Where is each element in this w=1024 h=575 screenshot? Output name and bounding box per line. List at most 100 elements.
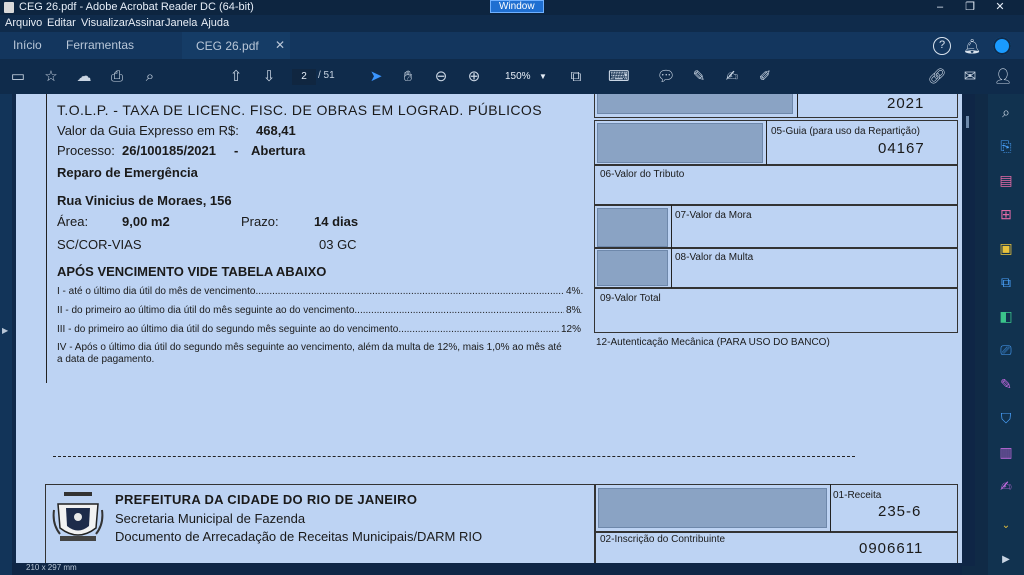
print-icon[interactable]: ⎙ <box>107 67 127 87</box>
menu-ajuda[interactable]: Ajuda <box>201 17 229 29</box>
penalty-row-2: II - do primeiro ao último dia útil do m… <box>57 305 583 316</box>
process-number: 26/100185/2021 <box>122 143 216 158</box>
city-hall-name: PREFEITURA DA CIDADE DO RIO DE JANEIRO <box>115 492 418 507</box>
link-icon[interactable]: 🔗︎ <box>927 67 947 87</box>
hand-icon[interactable]: ✋︎ <box>398 67 418 87</box>
edit-pdf-icon[interactable]: ⎚ <box>996 340 1016 360</box>
tab-close-button[interactable]: ✕ <box>275 38 285 52</box>
save-icon[interactable]: ▭ <box>8 67 28 87</box>
page-number-input[interactable]: 2 <box>292 69 316 85</box>
expand-arrow-icon: ▶ <box>2 326 9 335</box>
acrobat-app-icon <box>4 2 14 13</box>
create-pdf-icon[interactable]: ⊞ <box>996 204 1016 224</box>
zoom-in-icon[interactable]: ⊕ <box>464 67 484 87</box>
close-window-button[interactable]: ✕ <box>986 0 1014 15</box>
restore-button[interactable]: ❐ <box>956 0 984 15</box>
zoom-value: 150% <box>505 71 531 82</box>
repair-type: Reparo de Emergência <box>57 165 198 180</box>
tax-line: T.O.L.P. - TAXA DE LICENC. FISC. DE OBRA… <box>57 102 542 118</box>
upload-icon[interactable]: ☁ <box>74 67 94 87</box>
guide-box-divider <box>766 120 767 165</box>
redacted-field <box>598 488 827 528</box>
search-zoom-icon[interactable]: ⌕ <box>140 67 160 87</box>
revenue-divider <box>830 484 831 532</box>
menu-arquivo[interactable]: Arquivo <box>5 17 42 29</box>
secretariat: Secretaria Municipal de Fazenda <box>115 511 306 526</box>
mail-icon[interactable]: ✉ <box>960 67 980 87</box>
tribute-label: 06-Valor do Tributo <box>600 169 685 180</box>
taxpayer-label: 02-Inscrição do Contribuinte <box>600 534 726 545</box>
help-icon[interactable]: ? <box>933 37 951 55</box>
keyboard-icon[interactable]: ⌨ <box>608 67 630 87</box>
year-value: 2021 <box>887 95 925 112</box>
fill-sign-icon[interactable]: ✎ <box>996 374 1016 394</box>
sign-icon[interactable]: ✍︎ <box>722 67 742 87</box>
tab-tools[interactable]: Ferramentas <box>66 38 134 52</box>
redacted-field <box>597 123 763 163</box>
notification-bell-icon[interactable]: 🔔︎ <box>963 37 981 55</box>
cut-line <box>53 456 855 457</box>
collapse-panel-icon[interactable]: ▶ <box>996 550 1016 570</box>
tab-home[interactable]: Início <box>13 38 42 52</box>
guide-value: 468,41 <box>256 123 296 138</box>
vertical-scrollbar[interactable] <box>962 94 975 566</box>
organize-pages-icon[interactable]: ▤ <box>996 170 1016 190</box>
mora-label: 07-Valor da Mora <box>675 210 752 221</box>
penalty-rate-3: 12% <box>559 324 582 335</box>
menu-assinar[interactable]: Assinar <box>128 17 165 29</box>
status-bar: 210 x 297 mm <box>12 563 962 575</box>
title-bar: CEG 26.pdf - Adobe Acrobat Reader DC (64… <box>0 0 1024 15</box>
redacted-field <box>597 250 668 286</box>
taxpayer-number: 0906611 <box>859 540 924 557</box>
menu-visualizar[interactable]: Visualizar <box>81 17 129 29</box>
guide-value-label: Valor da Guia Expresso em R$: <box>57 123 239 138</box>
prev-page-icon[interactable]: ⇧ <box>226 67 246 87</box>
star-icon[interactable]: ☆ <box>41 67 61 87</box>
scan-icon[interactable]: ▥ <box>996 442 1016 462</box>
comment-icon[interactable]: ▣ <box>996 238 1016 258</box>
penalty-text: II - do primeiro ao último dia útil do m… <box>57 305 355 316</box>
total-label: 09-Valor Total <box>600 293 661 304</box>
menu-janela[interactable]: Janela <box>165 17 197 29</box>
chevron-down-icon[interactable]: ⌄ <box>996 516 1016 536</box>
fit-page-icon[interactable]: ⧉ <box>566 67 586 87</box>
sc-cor-vias: SC/COR-VIAS <box>57 237 142 252</box>
minimize-button[interactable]: – <box>926 0 954 15</box>
term-value: 14 dias <box>314 214 359 229</box>
penalty-text: III - do primeiro ao último dia útil do … <box>57 324 399 335</box>
zoom-select[interactable]: 150% ▼ <box>496 69 551 85</box>
fill-sign-icon[interactable]: ✐ <box>755 67 775 87</box>
after-due-title: APÓS VENCIMENTO VIDE TABELA ABAIXO <box>57 264 327 279</box>
guide-number: 04167 <box>878 140 925 157</box>
redacted-field <box>597 94 793 114</box>
request-signature-icon[interactable]: ✍︎ <box>996 476 1016 496</box>
add-user-icon[interactable]: 👤︎ <box>993 67 1013 87</box>
select-arrow-icon[interactable]: ➤ <box>366 67 386 87</box>
export-pdf-icon[interactable]: ⎘ <box>996 136 1016 156</box>
menu-editar[interactable]: Editar <box>47 17 76 29</box>
page-total: / 51 <box>318 70 335 81</box>
tab-document[interactable]: CEG 26.pdf ✕ <box>182 32 290 59</box>
process-status: Abertura <box>251 143 306 158</box>
revenue-code: 235-6 <box>878 503 922 520</box>
year-box-divider <box>797 94 798 118</box>
search-icon[interactable]: ⌕ <box>996 102 1016 122</box>
penalty-text: I - até o último dia útil do mês de venc… <box>57 286 256 297</box>
next-page-icon[interactable]: ⇩ <box>259 67 279 87</box>
comment-icon[interactable]: 💬︎ <box>656 67 676 87</box>
document-view[interactable]: T.O.L.P. - TAXA DE LICENC. FISC. DE OBRA… <box>12 94 975 566</box>
city-coat-of-arms-logo <box>52 490 104 544</box>
menu-bar: Arquivo Editar Visualizar Assinar Janela… <box>0 15 1024 32</box>
compress-pdf-icon[interactable]: ◧ <box>996 306 1016 326</box>
fine-label: 08-Valor da Multa <box>675 252 754 263</box>
left-panel-toggle[interactable]: ▶ <box>0 94 12 575</box>
protect-icon[interactable]: ⛉ <box>996 408 1016 428</box>
penalty-iv-line1: IV - Após o último dia útil do segundo m… <box>57 342 562 353</box>
combine-files-icon[interactable]: ⧉ <box>996 272 1016 292</box>
user-avatar[interactable] <box>993 37 1011 55</box>
tabs-bar: Início Ferramentas CEG 26.pdf ✕ ? 🔔︎ <box>0 32 1024 59</box>
zoom-out-icon[interactable]: ⊖ <box>431 67 451 87</box>
scrollbar-thumb[interactable] <box>966 116 969 128</box>
term-label: Prazo: <box>241 214 279 229</box>
highlight-pen-icon[interactable]: ✎ <box>689 67 709 87</box>
